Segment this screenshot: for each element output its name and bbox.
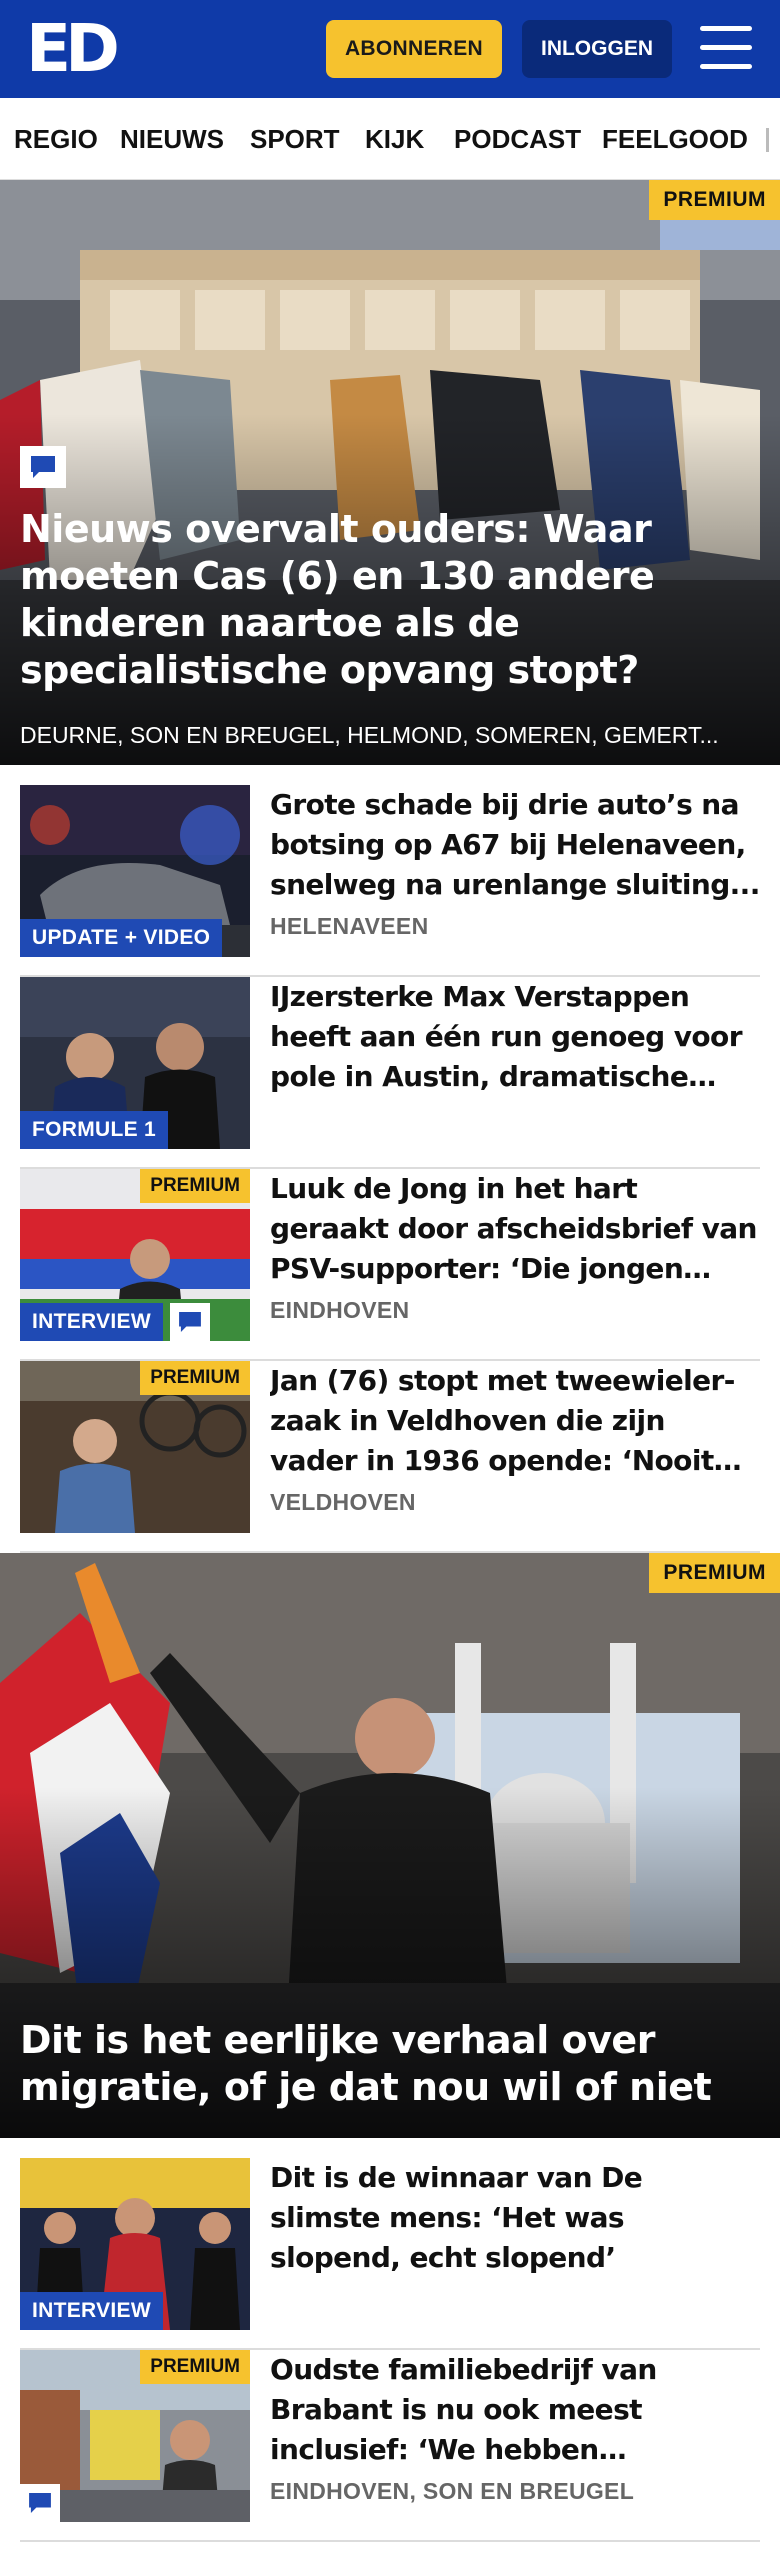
article-title[interactable]: Jan (76) stopt met tweewieler-zaak in Ve…	[270, 1361, 760, 1481]
hero-location: DEURNE, SON EN BREUGEL, HELMOND, SOMEREN…	[20, 722, 719, 748]
section-nav: REGIO NIEUWS SPORT KIJK PODCAST FEELGOOD	[0, 98, 780, 180]
comment-icon	[20, 446, 66, 488]
nav-overflow-hint	[766, 128, 769, 152]
article-label: INTERVIEW	[20, 2292, 163, 2330]
article-title[interactable]: Grote schade bij drie auto’s na botsing …	[270, 785, 760, 905]
ed-logo[interactable]: ED	[26, 10, 120, 87]
hamburger-menu-icon[interactable]	[700, 26, 752, 70]
article-label: INTERVIEW	[20, 1303, 163, 1341]
list-item-article[interactable]: FORMULE 1 IJzersterke Max Verstappen hee…	[20, 977, 760, 1169]
article-title[interactable]: Luuk de Jong in het hart geraakt door af…	[270, 1169, 760, 1289]
article-thumbnail: PREMIUM	[20, 2350, 250, 2522]
list-item-article[interactable]: PREMIUM INTERVIEW Luuk de Jong in het ha…	[20, 1169, 760, 1361]
article-location: VELDHOVEN	[270, 1489, 416, 1515]
nav-item-podcast[interactable]: PODCAST	[454, 124, 581, 155]
site-header: ED ABONNEREN INLOGGEN	[0, 0, 780, 98]
nav-item-nieuws[interactable]: NIEUWS	[120, 124, 224, 155]
article-thumbnail: PREMIUM INTERVIEW	[20, 1169, 250, 1341]
nav-item-sport[interactable]: SPORT	[250, 124, 340, 155]
article-thumbnail: PREMIUM	[20, 1361, 250, 1533]
article-label: FORMULE 1	[20, 1111, 169, 1149]
hero-article-2[interactable]: PREMIUM Dit is het eerlijke verhaal over…	[0, 1553, 780, 2138]
list-item-article[interactable]: PREMIUM Oudste familiebedrijf van Braban…	[20, 2350, 760, 2542]
nav-item-regio[interactable]: REGIO	[14, 124, 98, 155]
article-title[interactable]: IJzersterke Max Verstappen heeft aan één…	[270, 977, 760, 1097]
login-button[interactable]: INLOGGEN	[522, 20, 672, 78]
hero-article-1[interactable]: PREMIUM Nieuws overvalt ouders: Waar moe…	[0, 180, 780, 765]
list-item-article[interactable]: PREMIUM Jan (76) stopt met tweewieler-za…	[20, 1361, 760, 1553]
article-thumbnail: UPDATE + VIDEO	[20, 785, 250, 957]
article-location: HELENAVEEN	[270, 913, 429, 939]
nav-item-feelgood[interactable]: FEELGOOD	[602, 124, 748, 155]
premium-badge: PREMIUM	[140, 1361, 250, 1395]
subscribe-button[interactable]: ABONNEREN	[326, 20, 502, 78]
article-label: UPDATE + VIDEO	[20, 919, 223, 957]
premium-badge: PREMIUM	[140, 1169, 250, 1203]
list-item-article[interactable]: INTERVIEW Dit is de winnaar van De slims…	[20, 2158, 760, 2350]
premium-badge: PREMIUM	[649, 1553, 780, 1593]
article-location: EINDHOVEN, SON EN BREUGEL	[270, 2478, 635, 2504]
nav-item-kijk[interactable]: KIJK	[365, 124, 424, 155]
article-title[interactable]: Oudste familiebedrijf van Brabant is nu …	[270, 2350, 760, 2470]
comment-icon	[20, 2484, 60, 2522]
article-thumbnail: INTERVIEW	[20, 2158, 250, 2330]
article-location: EINDHOVEN	[270, 1297, 410, 1323]
premium-badge: PREMIUM	[649, 180, 780, 220]
hero-headline[interactable]: Nieuws overvalt ouders: Waar moeten Cas …	[20, 506, 760, 694]
comment-icon	[170, 1303, 210, 1341]
article-thumbnail: FORMULE 1	[20, 977, 250, 1149]
logo-text: ED	[26, 10, 120, 87]
hero-headline[interactable]: Dit is het eerlijke verhaal over migrati…	[20, 2017, 760, 2111]
list-item-article[interactable]: UPDATE + VIDEO Grote schade bij drie aut…	[20, 785, 760, 977]
premium-badge: PREMIUM	[140, 2350, 250, 2384]
article-title[interactable]: Dit is de winnaar van De slimste mens: ‘…	[270, 2158, 760, 2278]
